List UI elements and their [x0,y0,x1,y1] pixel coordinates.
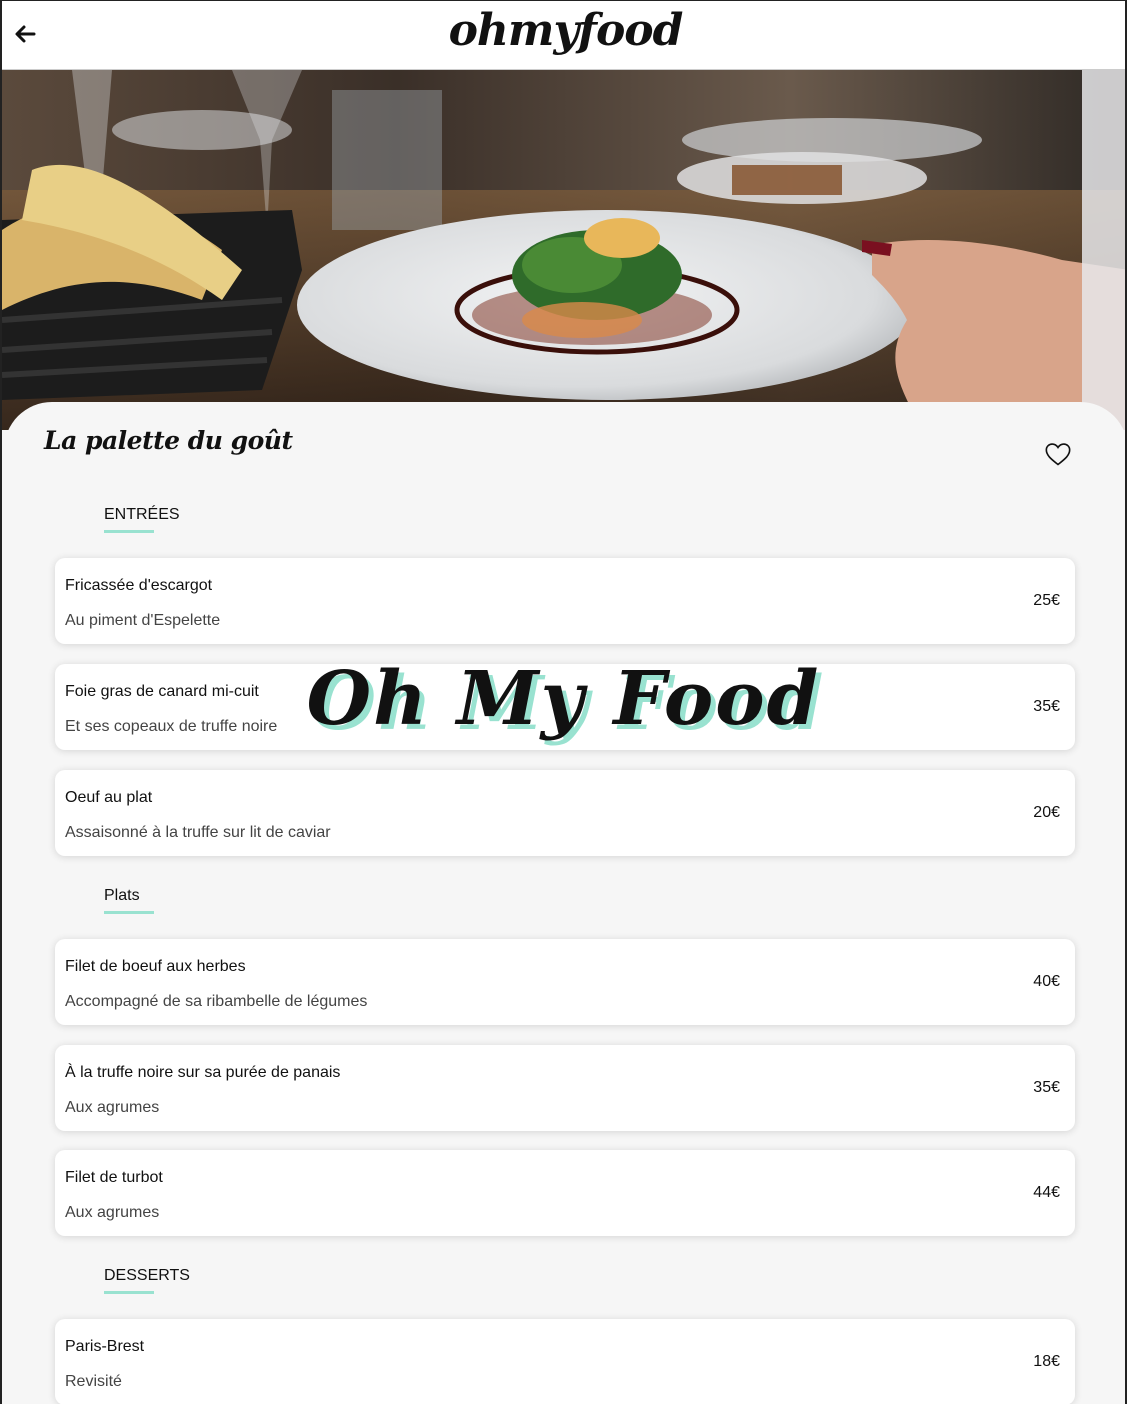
dish-description: Revisité [65,1373,122,1390]
menu-item-card[interactable]: Filet de boeuf aux herbes Accompagné de … [55,939,1075,1025]
app-frame: ohmyfood La palette du goût ENTRÉES Fric… [0,0,1127,1404]
menu-item-card[interactable]: À la truffe noire sur sa purée de panais… [55,1045,1075,1131]
dish-price: 25€ [1033,592,1060,609]
dish-price: 40€ [1033,973,1060,990]
dish-price: 44€ [1033,1184,1060,1201]
dish-description: Et ses copeaux de truffe noire [65,718,278,735]
dish-name: Foie gras de canard mi-cuit [65,683,259,700]
dish-description: Aux agrumes [65,1204,160,1221]
app-logo[interactable]: ohmyfood [2,5,1125,56]
dish-name: Paris-Brest [65,1338,145,1355]
heart-outline-icon[interactable] [1044,440,1072,468]
section-underline [104,530,154,533]
menu-item-card[interactable]: Paris-Brest Revisité 18€ [55,1319,1075,1404]
hero-photo [2,70,1125,430]
dish-name: Fricassée d'escargot [65,577,213,594]
section-title-entrees: ENTRÉES [104,506,180,523]
section-underline [104,1291,154,1294]
section-title-desserts: DESSERTS [104,1267,190,1284]
section-title-plats: Plats [104,887,140,904]
dish-name: Filet de boeuf aux herbes [65,958,246,975]
dish-name: Filet de turbot [65,1169,163,1186]
dish-name: Oeuf au plat [65,789,153,806]
menu-item-card[interactable]: Oeuf au plat Assaisonné à la truffe sur … [55,770,1075,856]
menu-item-card[interactable]: Filet de turbot Aux agrumes 44€ [55,1150,1075,1236]
menu-panel: La palette du goût ENTRÉES Fricassée d'e… [4,402,1125,1404]
menu-item-card[interactable]: Foie gras de canard mi-cuit Et ses copea… [55,664,1075,750]
menu-item-card[interactable]: Fricassée d'escargot Au piment d'Espelet… [55,558,1075,644]
top-header: ohmyfood [2,1,1125,70]
dish-price: 35€ [1033,1079,1060,1096]
restaurant-title: La palette du goût [44,426,293,455]
section-underline [104,911,154,914]
dish-price: 18€ [1033,1353,1060,1370]
dish-description: Aux agrumes [65,1099,160,1116]
dish-name: À la truffe noire sur sa purée de panais [65,1064,341,1081]
dish-description: Assaisonné à la truffe sur lit de caviar [65,824,331,841]
dish-description: Accompagné de sa ribambelle de légumes [65,993,368,1010]
dish-price: 35€ [1033,698,1060,715]
dish-price: 20€ [1033,804,1060,821]
dish-description: Au piment d'Espelette [65,612,221,629]
